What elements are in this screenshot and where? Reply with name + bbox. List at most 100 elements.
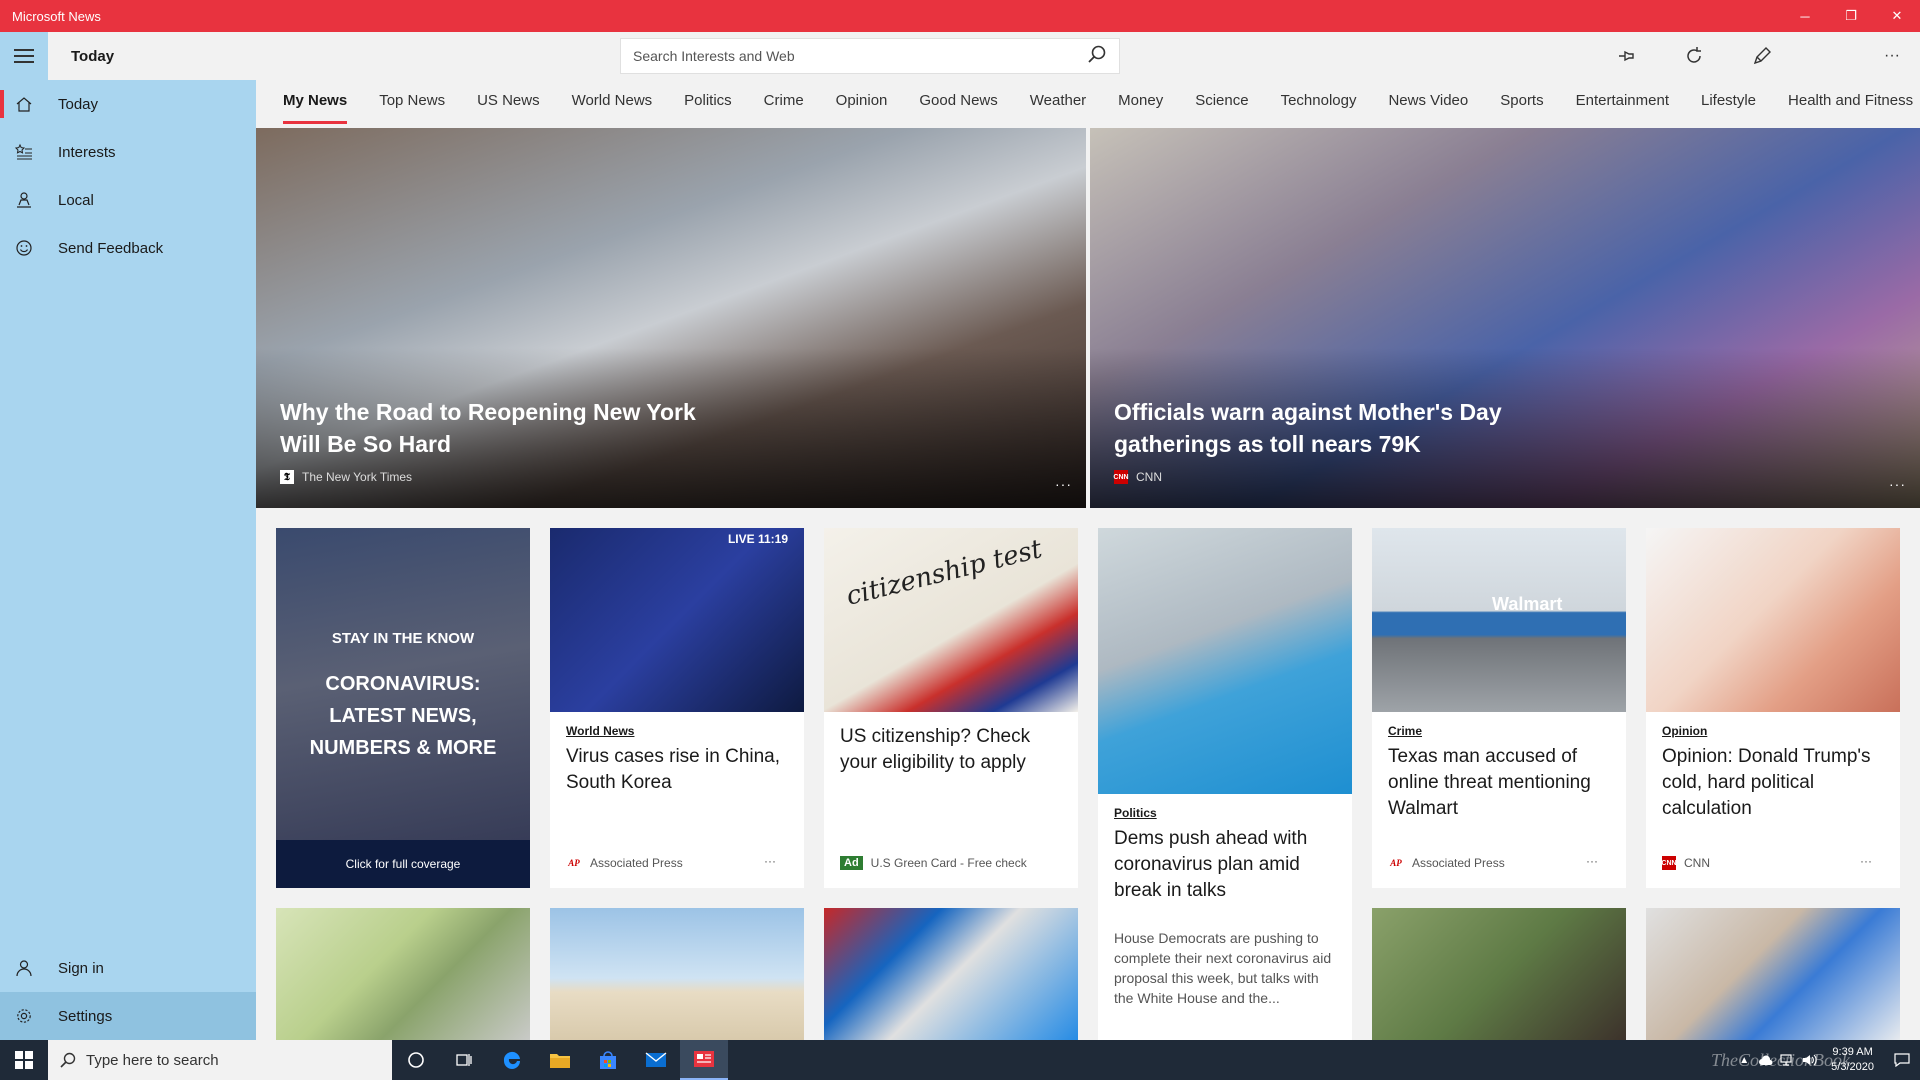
story-more-button[interactable]: ··· — [764, 854, 776, 868]
tab-world-news[interactable]: World News — [572, 80, 653, 128]
file-explorer-button[interactable] — [536, 1040, 584, 1080]
watermark-text: TheCollectionBook — [1711, 1050, 1850, 1070]
tab-good-news[interactable]: Good News — [919, 80, 997, 128]
hero-more-button[interactable]: ··· — [1055, 476, 1072, 492]
cortana-button[interactable] — [392, 1040, 440, 1080]
minimize-button[interactable]: ─ — [1782, 0, 1828, 32]
tab-entertainment[interactable]: Entertainment — [1576, 80, 1669, 128]
story-title[interactable]: Opinion: Donald Trump's cold, hard polit… — [1662, 744, 1884, 822]
taskbar-search-input[interactable] — [86, 1051, 346, 1069]
search-input[interactable] — [633, 48, 1087, 64]
tab-politics[interactable]: Politics — [684, 80, 732, 128]
story-title[interactable]: Dems push ahead with coronavirus plan am… — [1114, 826, 1336, 904]
story-category[interactable]: Politics — [1114, 806, 1336, 820]
story-card-virus-cases[interactable]: LIVE 11:19 World News Virus cases rise i… — [550, 528, 804, 888]
sidebar-bottom: Sign in Settings — [0, 944, 256, 1040]
story-card-trump-opinion[interactable]: Opinion Opinion: Donald Trump's cold, ha… — [1646, 528, 1900, 888]
full-coverage-button[interactable]: Click for full coverage — [276, 840, 530, 888]
tab-news-video[interactable]: News Video — [1388, 80, 1468, 128]
sidebar-item-label: Today — [58, 95, 99, 113]
news-app-taskbar-button[interactable] — [680, 1040, 728, 1080]
story-title[interactable]: Virus cases rise in China, South Korea — [566, 744, 788, 796]
ad-card-citizenship[interactable]: citizenship test US citizenship? Check y… — [824, 528, 1078, 888]
tab-health-and-fitness[interactable]: Health and Fitness — [1788, 80, 1913, 128]
sidebar-item-today[interactable]: Today — [0, 80, 256, 128]
store-button[interactable] — [584, 1040, 632, 1080]
story-thumbnail[interactable] — [276, 908, 530, 1040]
story-thumbnail[interactable] — [550, 908, 804, 1040]
story-summary: House Democrats are pushing to complete … — [1114, 930, 1332, 1006]
hero-story-nyc[interactable]: Why the Road to Reopening New York Will … — [256, 128, 1086, 508]
tab-weather[interactable]: Weather — [1030, 80, 1086, 128]
store-bag-icon — [600, 1051, 616, 1069]
ad-badge: Ad — [840, 856, 863, 870]
sidebar-item-label: Send Feedback — [58, 239, 164, 257]
tab-money[interactable]: Money — [1118, 80, 1163, 128]
story-thumbnail[interactable] — [824, 908, 1078, 1040]
smiley-icon — [0, 239, 48, 257]
story-thumbnail[interactable] — [1646, 908, 1900, 1040]
hero-source: CNN CNN — [1113, 470, 1162, 484]
tab-top-news[interactable]: Top News — [379, 80, 445, 128]
story-image — [1098, 528, 1352, 794]
refresh-icon — [1687, 47, 1701, 63]
task-view-button[interactable] — [440, 1040, 488, 1080]
tab-crime[interactable]: Crime — [764, 80, 804, 128]
search-icon[interactable] — [1087, 44, 1107, 69]
tab-us-news[interactable]: US News — [477, 80, 540, 128]
story-source: AP Associated Press — [1388, 856, 1504, 870]
hero-story-mothers-day[interactable]: Officials warn against Mother's Day gath… — [1090, 128, 1920, 508]
story-card-dems-push[interactable]: Politics Dems push ahead with coronaviru… — [1098, 528, 1352, 1040]
category-tabs: My News Top News US News World News Politics… — [256, 80, 1920, 128]
sidebar-item-label: Sign in — [58, 959, 104, 977]
story-more-button[interactable]: ··· — [1586, 854, 1598, 868]
mail-button[interactable] — [632, 1040, 680, 1080]
hero-source: 𝕿 The New York Times — [280, 470, 412, 484]
story-thumbnail[interactable] — [1372, 908, 1626, 1040]
tab-technology[interactable]: Technology — [1281, 80, 1357, 128]
ad-title[interactable]: US citizenship? Check your eligibility t… — [840, 724, 1062, 776]
notifications-icon[interactable] — [1884, 1040, 1920, 1080]
edit-button[interactable] — [1728, 32, 1796, 80]
hero-source-name: The New York Times — [302, 470, 413, 484]
story-more-button[interactable]: ··· — [1860, 854, 1872, 868]
search-box — [620, 38, 1120, 74]
sidebar-item-sign-in[interactable]: Sign in — [0, 944, 256, 992]
nyt-logo-icon: 𝕿 — [280, 470, 294, 484]
tab-sports[interactable]: Sports — [1500, 80, 1543, 128]
sidebar-item-local[interactable]: Local — [0, 176, 256, 224]
hero-title[interactable]: Officials warn against Mother's Day gath… — [1114, 396, 1554, 460]
story-source-name: Associated Press — [590, 856, 683, 870]
ap-logo-icon: AP — [1390, 858, 1402, 868]
tab-my-news[interactable]: My News — [283, 80, 348, 128]
story-category[interactable]: World News — [566, 724, 788, 738]
dark-mode-button[interactable] — [1796, 32, 1864, 80]
restore-button[interactable]: ❐ — [1828, 0, 1874, 32]
tab-lifestyle[interactable]: Lifestyle — [1701, 80, 1756, 128]
page-title: Today — [71, 47, 115, 65]
sidebar: Today Interests Local Send Feedback Sign… — [0, 80, 256, 1040]
sidebar-item-send-feedback[interactable]: Send Feedback — [0, 224, 256, 272]
hero-more-button[interactable]: ··· — [1889, 476, 1906, 492]
pin-button[interactable] — [1592, 32, 1660, 80]
more-options-button[interactable]: ··· — [1864, 32, 1920, 80]
tab-science[interactable]: Science — [1195, 80, 1248, 128]
hamburger-menu-button[interactable] — [0, 32, 48, 80]
coronavirus-promo-card[interactable]: STAY IN THE KNOW CORONAVIRUS: LATEST NEW… — [276, 528, 530, 888]
tab-opinion[interactable]: Opinion — [836, 80, 888, 128]
ad-sponsor: U.S Green Card - Free check — [870, 856, 1027, 870]
sidebar-item-interests[interactable]: Interests — [0, 128, 256, 176]
close-button[interactable]: ✕ — [1874, 0, 1920, 32]
story-category[interactable]: Crime — [1388, 724, 1610, 738]
story-category[interactable]: Opinion — [1662, 724, 1884, 738]
task-view-icon — [456, 1054, 472, 1066]
hero-source-name: CNN — [1136, 470, 1162, 484]
hero-title[interactable]: Why the Road to Reopening New York Will … — [280, 396, 700, 460]
story-title[interactable]: Texas man accused of online threat menti… — [1388, 744, 1610, 822]
home-icon — [0, 95, 48, 113]
refresh-button[interactable] — [1660, 32, 1728, 80]
start-button[interactable] — [0, 1040, 48, 1080]
sidebar-item-settings[interactable]: Settings — [0, 992, 256, 1040]
story-card-texas-walmart[interactable]: Walmart Crime Texas man accused of onlin… — [1372, 528, 1626, 888]
edge-button[interactable] — [488, 1040, 536, 1080]
